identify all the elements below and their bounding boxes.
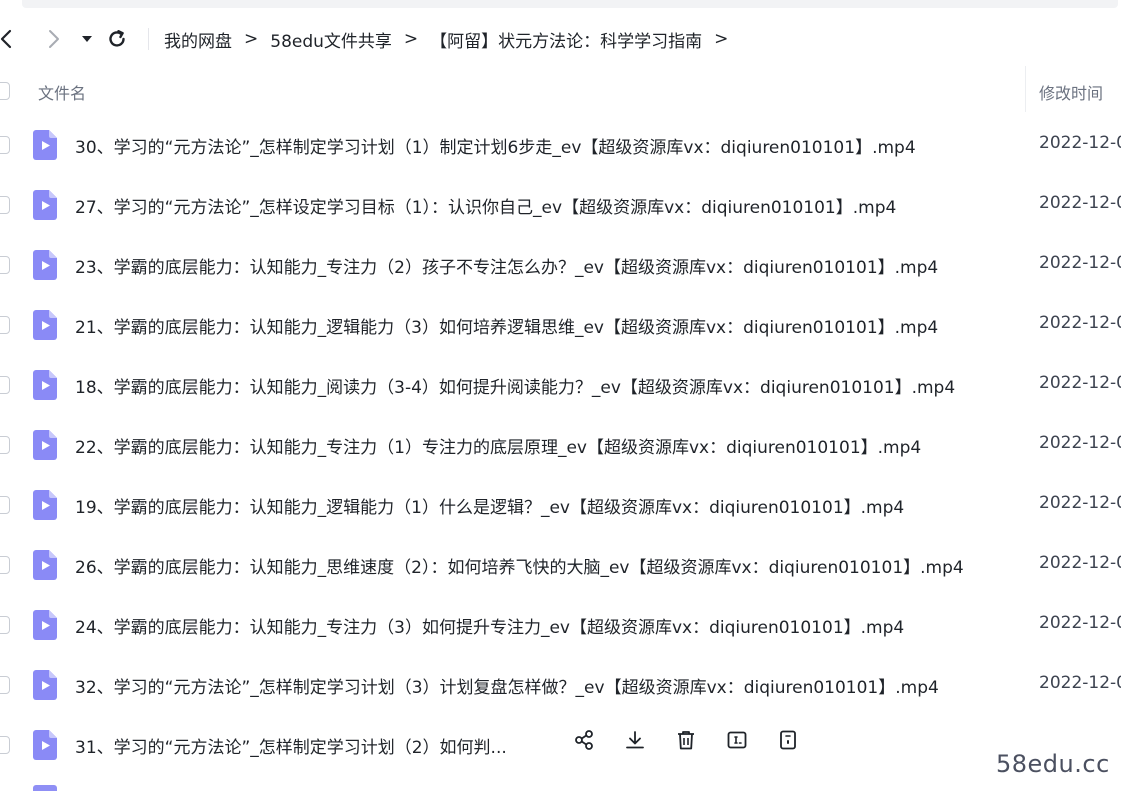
video-file-icon bbox=[33, 670, 57, 700]
file-row[interactable]: 27、学习的“元方法论”_怎样设定学习目标（1）：认识你自己_ev【超级资源库v… bbox=[0, 175, 1121, 235]
file-modified-date: 2022-12-0 bbox=[1039, 313, 1121, 333]
video-file-icon bbox=[33, 610, 57, 640]
file-modified-date: 2022-12-0 bbox=[1039, 253, 1121, 273]
row-checkbox[interactable] bbox=[0, 436, 10, 454]
video-file-icon bbox=[33, 250, 57, 280]
row-checkbox[interactable] bbox=[0, 496, 10, 514]
column-header-filename[interactable]: 文件名 bbox=[38, 80, 86, 104]
history-dropdown-button[interactable] bbox=[74, 26, 100, 52]
file-row[interactable]: 26、学霸的底层能力：认知能力_思维速度（2）：如何培养飞快的大脑_ev【超级资… bbox=[0, 535, 1121, 595]
caret-down-icon bbox=[82, 36, 92, 42]
file-name[interactable]: 27、学习的“元方法论”_怎样设定学习目标（1）：认识你自己_ev【超级资源库v… bbox=[75, 193, 896, 218]
row-checkbox[interactable] bbox=[0, 556, 10, 574]
video-file-icon bbox=[33, 550, 57, 580]
refresh-icon bbox=[109, 30, 125, 47]
rename-icon bbox=[727, 731, 747, 749]
delete-icon bbox=[678, 731, 694, 750]
column-header-modified[interactable]: 修改时间 bbox=[1039, 80, 1103, 104]
file-modified-date: 2022-12-0 bbox=[1039, 613, 1121, 633]
download-button[interactable] bbox=[622, 727, 648, 753]
top-strip bbox=[0, 0, 1121, 10]
chevron-right-icon bbox=[49, 30, 59, 48]
file-name[interactable]: 31、学习的“元方法论”_怎样制定学习计划（2）如何判... bbox=[75, 733, 507, 758]
video-file-icon bbox=[33, 490, 57, 520]
breadcrumb-current-folder[interactable]: 【阿留】状元方法论：科学学习指南 bbox=[430, 27, 702, 52]
video-file-icon bbox=[33, 730, 57, 760]
video-file-icon bbox=[33, 785, 57, 791]
back-button[interactable] bbox=[0, 26, 20, 52]
file-list-header: 文件名 修改时间 bbox=[0, 66, 1121, 116]
file-name[interactable]: 21、学霸的底层能力：认知能力_逻辑能力（3）如何培养逻辑思维_ev【超级资源库… bbox=[75, 313, 938, 338]
file-name[interactable]: 24、学霸的底层能力：认知能力_专注力（3）如何提升专注力_ev【超级资源库vx… bbox=[75, 613, 904, 638]
row-checkbox[interactable] bbox=[0, 316, 10, 334]
share-button[interactable] bbox=[571, 727, 597, 753]
file-modified-date: 2022-12-0 bbox=[1039, 553, 1121, 573]
file-modified-date: 2022-12-0 bbox=[1039, 433, 1121, 453]
chevron-left-icon bbox=[0, 29, 12, 49]
column-divider[interactable] bbox=[1025, 66, 1026, 112]
row-checkbox[interactable] bbox=[0, 376, 10, 394]
file-row[interactable]: 21、学霸的底层能力：认知能力_逻辑能力（3）如何培养逻辑思维_ev【超级资源库… bbox=[0, 295, 1121, 355]
file-name[interactable]: 19、学霸的底层能力：认知能力_逻辑能力（1）什么是逻辑？_ev【超级资源库vx… bbox=[75, 493, 904, 518]
share-icon bbox=[575, 730, 593, 750]
breadcrumb-shared-folder[interactable]: 58edu文件共享 bbox=[270, 27, 392, 52]
select-all-checkbox[interactable] bbox=[0, 82, 10, 100]
file-modified-date: 2022-12-0 bbox=[1039, 493, 1121, 513]
row-checkbox[interactable] bbox=[0, 736, 10, 754]
video-file-icon bbox=[33, 310, 57, 340]
file-name[interactable]: 22、学霸的底层能力：认知能力_专注力（1）专注力的底层原理_ev【超级资源库v… bbox=[75, 433, 921, 458]
file-name[interactable]: 32、学习的“元方法论”_怎样制定学习计划（3）计划复盘怎样做？_ev【超级资源… bbox=[75, 673, 939, 698]
file-modified-date: 2022-12-0 bbox=[1039, 133, 1121, 153]
file-row[interactable]: 18、学霸的底层能力：认知能力_阅读力（3-4）如何提升阅读能力？_ev【超级资… bbox=[0, 355, 1121, 415]
row-checkbox[interactable] bbox=[0, 136, 10, 154]
video-file-icon bbox=[33, 130, 57, 160]
file-row[interactable]: 23、学霸的底层能力：认知能力_专注力（2）孩子不专注怎么办？_ev【超级资源库… bbox=[0, 235, 1121, 295]
file-row[interactable]: 19、学霸的底层能力：认知能力_逻辑能力（1）什么是逻辑？_ev【超级资源库vx… bbox=[0, 475, 1121, 535]
refresh-button[interactable] bbox=[104, 26, 130, 52]
file-name[interactable]: 18、学霸的底层能力：认知能力_阅读力（3-4）如何提升阅读能力？_ev【超级资… bbox=[75, 373, 955, 398]
row-checkbox[interactable] bbox=[0, 256, 10, 274]
row-checkbox[interactable] bbox=[0, 676, 10, 694]
row-checkbox[interactable] bbox=[0, 196, 10, 214]
more-file-actions-button[interactable] bbox=[775, 727, 801, 753]
forward-button[interactable] bbox=[40, 26, 66, 52]
file-row[interactable]: 32、学习的“元方法论”_怎样制定学习计划（3）计划复盘怎样做？_ev【超级资源… bbox=[0, 655, 1121, 715]
video-file-icon bbox=[33, 190, 57, 220]
breadcrumb: 我的网盘 > 58edu文件共享 > 【阿留】状元方法论：科学学习指南 > bbox=[164, 18, 740, 60]
file-modified-date: 2022-12-0 bbox=[1039, 193, 1121, 213]
breadcrumb-root[interactable]: 我的网盘 bbox=[164, 27, 232, 52]
breadcrumb-separator: > bbox=[244, 29, 259, 49]
rename-button[interactable] bbox=[724, 727, 750, 753]
watermark: 58edu.cc bbox=[996, 750, 1110, 778]
breadcrumb-separator: > bbox=[403, 29, 419, 49]
breadcrumb-separator: > bbox=[714, 29, 729, 49]
video-file-icon bbox=[33, 370, 57, 400]
file-row[interactable]: 30、学习的“元方法论”_怎样制定学习计划（1）制定计划6步走_ev【超级资源库… bbox=[0, 115, 1121, 175]
download-icon bbox=[626, 731, 644, 749]
file-modified-date: 2022-12-0 bbox=[1039, 673, 1121, 693]
navigation-bar: 我的网盘 > 58edu文件共享 > 【阿留】状元方法论：科学学习指南 > bbox=[0, 18, 1121, 60]
more-file-icon bbox=[780, 730, 796, 750]
delete-button[interactable] bbox=[673, 727, 699, 753]
file-row[interactable]: 24、学霸的底层能力：认知能力_专注力（3）如何提升专注力_ev【超级资源库vx… bbox=[0, 595, 1121, 655]
file-name[interactable]: 30、学习的“元方法论”_怎样制定学习计划（1）制定计划6步走_ev【超级资源库… bbox=[75, 133, 916, 158]
file-row-hovered[interactable]: 31、学习的“元方法论”_怎样制定学习计划（2）如何判... bbox=[0, 715, 1121, 775]
file-row[interactable]: 22、学霸的底层能力：认知能力_专注力（1）专注力的底层原理_ev【超级资源库v… bbox=[0, 415, 1121, 475]
top-strip-bar bbox=[22, 0, 1118, 8]
file-name[interactable]: 23、学霸的底层能力：认知能力_专注力（2）孩子不专注怎么办？_ev【超级资源库… bbox=[75, 253, 938, 278]
video-file-icon bbox=[33, 430, 57, 460]
row-checkbox[interactable] bbox=[0, 616, 10, 634]
nav-divider bbox=[148, 28, 149, 50]
row-action-toolbar bbox=[571, 727, 801, 753]
file-modified-date: 2022-12-0 bbox=[1039, 373, 1121, 393]
file-name[interactable]: 26、学霸的底层能力：认知能力_思维速度（2）：如何培养飞快的大脑_ev【超级资… bbox=[75, 553, 964, 578]
